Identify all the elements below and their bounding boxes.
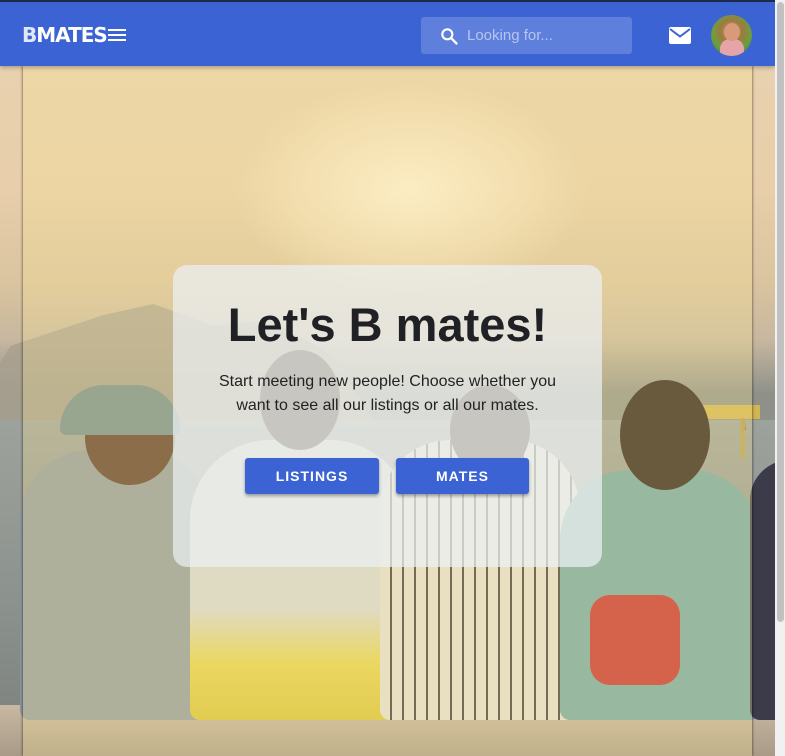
menu-icon[interactable]	[104, 22, 130, 48]
search-input[interactable]	[467, 17, 627, 54]
bmates-logo[interactable]: BMATES	[22, 22, 108, 48]
hero-title: Let's B mates!	[227, 298, 548, 351]
logo-prefix: B	[22, 23, 37, 47]
hero-subtitle: Start meeting new people! Choose whether…	[218, 373, 557, 414]
logo-text: MATES	[36, 23, 108, 47]
hero-card: Let's B mates! Start meeting new people!…	[173, 265, 602, 567]
mates-button[interactable]: MATES	[396, 458, 529, 494]
avatar[interactable]	[711, 15, 752, 56]
scrollbar-thumb[interactable]	[777, 2, 784, 622]
mail-icon[interactable]	[666, 24, 694, 48]
search-icon	[441, 28, 458, 45]
top-app-bar: BMATES	[0, 0, 775, 66]
search-bar[interactable]	[421, 17, 632, 54]
listings-button[interactable]: LISTINGS	[245, 458, 379, 494]
